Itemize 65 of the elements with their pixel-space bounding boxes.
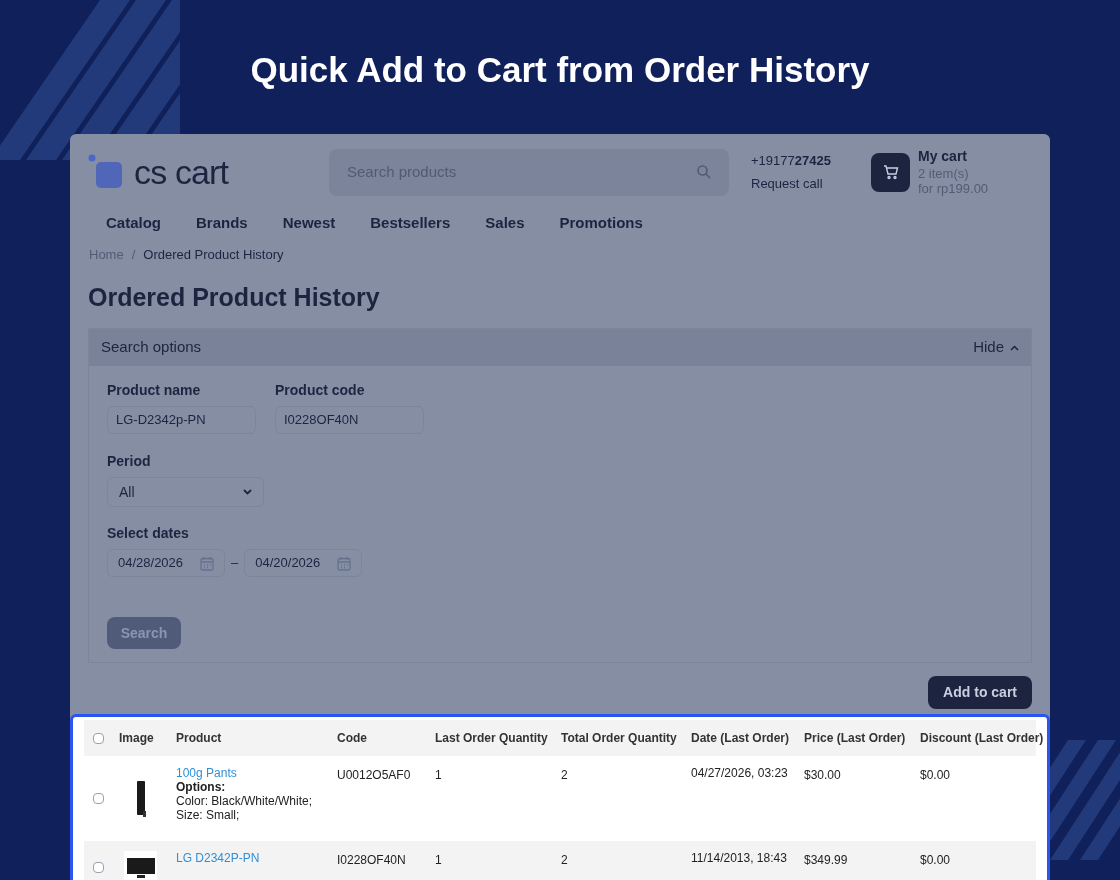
nav-link[interactable]: Bestsellers xyxy=(370,212,451,235)
date-range-separator: – xyxy=(231,554,239,573)
option-text: Size: Small; xyxy=(176,808,241,822)
text-field[interactable]: I0228OF40N xyxy=(275,406,424,434)
field-label: Select dates xyxy=(107,524,190,543)
date-field[interactable]: 04/20/2026 xyxy=(244,549,363,577)
column-header: Product xyxy=(175,730,223,747)
nav-link[interactable]: Catalog xyxy=(106,212,161,235)
headline: Quick Add to Cart from Order History xyxy=(250,49,870,91)
cart-icon xyxy=(882,164,899,181)
breadcrumb-item: Ordered Product History xyxy=(143,246,284,264)
phone-number: +1917727425 xyxy=(751,151,832,170)
text-field[interactable]: LG-D2342p-PN xyxy=(107,406,256,434)
field-label: Product code xyxy=(275,381,366,400)
column-header: Date (Last Order) xyxy=(690,730,791,747)
toggle-label[interactable]: Hide xyxy=(973,336,1004,359)
table-cell-text: $0.00 xyxy=(919,852,952,869)
calendar-icon xyxy=(337,555,352,571)
chevron-icon xyxy=(1010,344,1019,351)
column-header: Code xyxy=(336,730,368,747)
column-header: Price (Last Order) xyxy=(803,730,907,747)
product-link[interactable]: 100g Pants xyxy=(176,766,323,780)
table-cell-text: $30.00 xyxy=(803,767,842,784)
options-label: Options: xyxy=(176,780,227,794)
request-call-link[interactable]: Request call xyxy=(751,174,871,194)
column-header: Discount (Last Order) xyxy=(919,730,1044,747)
nav-link[interactable]: Promotions xyxy=(559,212,643,235)
page-title: Ordered Product History xyxy=(87,281,381,313)
cart-button[interactable] xyxy=(871,152,910,192)
field-label: Product name xyxy=(107,381,202,400)
search-icon xyxy=(697,165,711,180)
table-cell-text: 2 xyxy=(560,852,569,869)
checkbox[interactable] xyxy=(92,862,104,873)
column-header: Image xyxy=(118,730,155,747)
caret-icon xyxy=(243,489,252,495)
cart-title: My cart xyxy=(918,148,969,164)
product-link[interactable]: LG D2342P-PN xyxy=(176,851,323,865)
table-cell-text: I0228OF40N xyxy=(336,852,407,869)
table-cell-text: 1 xyxy=(434,767,443,784)
checkbox[interactable] xyxy=(92,793,104,804)
table-cell-text: 2 xyxy=(560,767,569,784)
table-cell-text: 04/27/2026, 03:23 xyxy=(690,766,789,780)
search-options-header[interactable]: Search options Hide xyxy=(89,329,1031,366)
table-cell-text: U0012O5AF0 xyxy=(336,767,412,784)
period-select[interactable]: All xyxy=(107,477,264,507)
checkbox[interactable] xyxy=(92,732,104,744)
nav-link[interactable]: Sales xyxy=(485,212,525,235)
logo-text: cs cart xyxy=(134,155,229,190)
add-to-cart-button[interactable]: Add to cart xyxy=(928,676,1032,709)
nav-link[interactable]: Brands xyxy=(196,212,248,235)
calendar-icon xyxy=(200,555,214,571)
nav-link[interactable]: Newest xyxy=(282,212,336,235)
table-cell-text: 11/14/2013, 18:43 xyxy=(690,851,788,865)
table-cell-text: 1 xyxy=(434,852,443,869)
search-options-title: Search options xyxy=(101,337,202,358)
column-header: Total Order Quantity xyxy=(560,730,678,747)
option-text: Color: Black/White/White; xyxy=(176,794,314,808)
column-header: Last Order Quantity xyxy=(434,730,549,747)
table-cell-text: $349.99 xyxy=(803,852,849,869)
logo-icon xyxy=(88,154,124,191)
breadcrumb-separator: / xyxy=(131,246,136,264)
product-photo xyxy=(135,780,146,817)
field-label: Period xyxy=(107,452,152,471)
table-cell-text: $0.00 xyxy=(919,767,952,784)
date-field[interactable]: 04/28/2026 xyxy=(107,549,225,577)
